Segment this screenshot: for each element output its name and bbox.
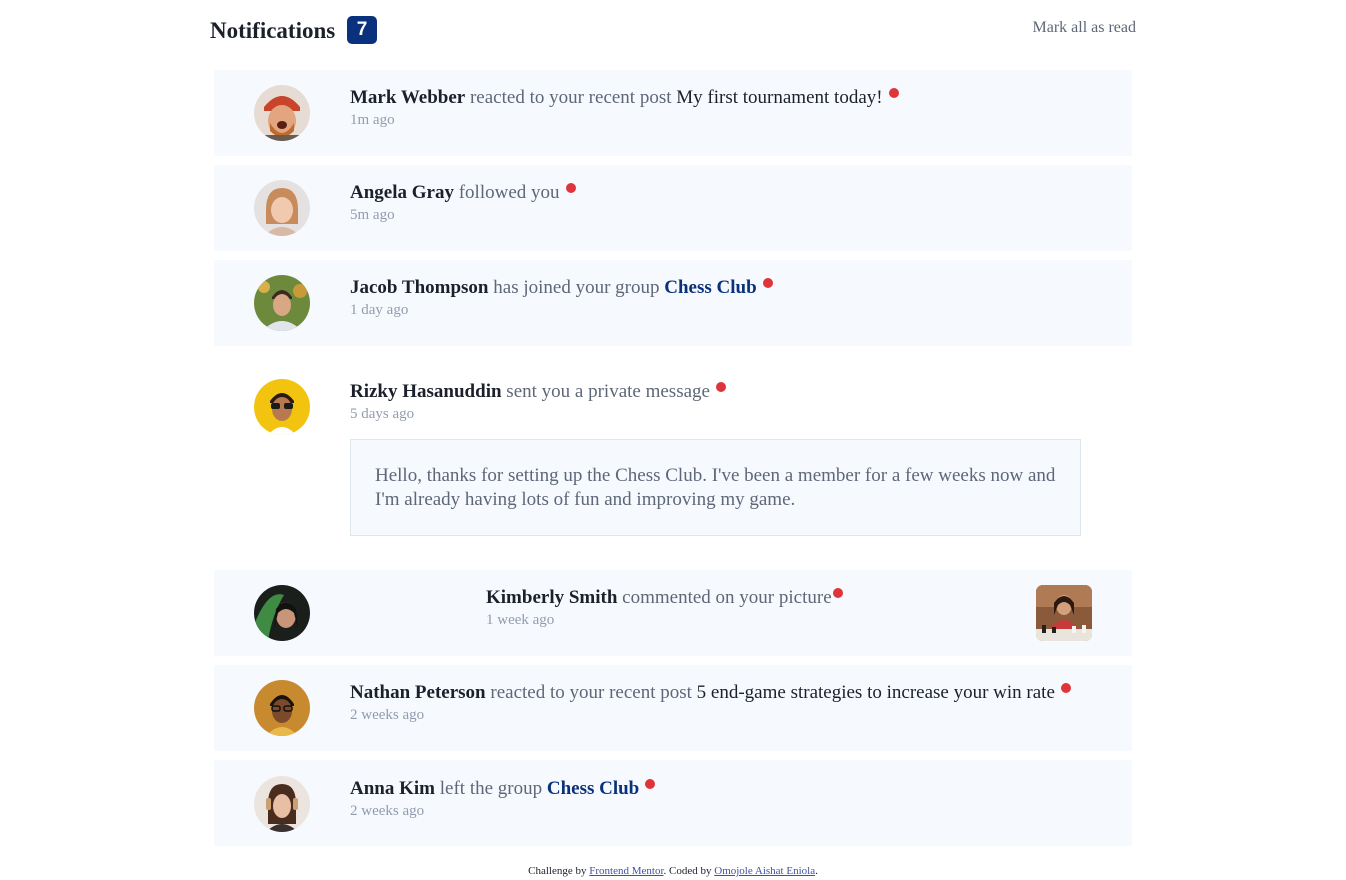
notification-item[interactable]: Jacob Thompson has joined your group Che… <box>214 260 1132 346</box>
action-text: has joined your group <box>488 277 665 298</box>
footer-middle: . Coded by <box>663 865 715 877</box>
timestamp: 2 weeks ago <box>350 803 425 819</box>
group-link[interactable]: Chess Club <box>547 778 639 799</box>
notification-item[interactable]: Kimberly Smith commented on your picture… <box>214 570 1132 656</box>
notification-text: Angela Gray followed you <box>350 181 576 205</box>
notification-text: Mark Webber reacted to your recent post … <box>350 86 899 110</box>
unread-dot-icon <box>832 588 843 598</box>
unread-dot-icon <box>1060 683 1071 693</box>
user-name[interactable]: Nathan Peterson <box>350 682 486 703</box>
user-name[interactable]: Mark Webber <box>350 87 465 108</box>
unread-dot-icon <box>645 779 656 789</box>
header: Notifications 7 Mark all as read <box>210 16 1136 46</box>
action-text: reacted to your recent post <box>465 87 677 108</box>
attribution-footer: Challenge by Frontend Mentor. Coded by O… <box>0 864 1346 878</box>
user-name[interactable]: Kimberly Smith <box>486 587 617 608</box>
notification-item[interactable]: Angela Gray followed you 5m ago <box>214 165 1132 251</box>
action-text: commented on your picture <box>617 587 832 608</box>
avatar[interactable] <box>254 680 310 736</box>
post-link[interactable]: My first tournament today! <box>676 87 882 108</box>
notification-item[interactable]: Mark Webber reacted to your recent post … <box>214 70 1132 156</box>
action-text: sent you a private message <box>501 381 710 402</box>
avatar[interactable] <box>254 585 310 641</box>
action-text: followed you <box>453 182 560 203</box>
timestamp: 5m ago <box>350 207 395 223</box>
timestamp: 2 weeks ago <box>350 707 425 723</box>
timestamp: 1 week ago <box>486 612 555 628</box>
user-name[interactable]: Rizky Hasanuddin <box>350 381 502 402</box>
user-name[interactable]: Anna Kim <box>350 778 435 799</box>
notification-content: Anna Kim left the group Chess Club 2 wee… <box>350 777 656 821</box>
notification-item[interactable]: Nathan Peterson reacted to your recent p… <box>214 665 1132 751</box>
notification-content: Angela Gray followed you 5m ago <box>350 181 576 225</box>
action-text: reacted to your recent post <box>485 682 697 703</box>
avatar[interactable] <box>254 776 310 832</box>
user-name[interactable]: Angela Gray <box>350 182 454 203</box>
group-link[interactable]: Chess Club <box>664 277 756 298</box>
avatar[interactable] <box>254 180 310 236</box>
frontend-mentor-link[interactable]: Frontend Mentor <box>589 865 663 877</box>
timestamp: 1 day ago <box>350 302 409 318</box>
unread-count-badge: 7 <box>347 16 377 44</box>
post-link[interactable]: 5 end-game strategies to increase your w… <box>697 682 1055 703</box>
notification-content: Jacob Thompson has joined your group Che… <box>350 276 773 320</box>
footer-prefix: Challenge by <box>528 865 590 877</box>
mark-all-as-read-button[interactable]: Mark all as read <box>1032 18 1136 38</box>
notification-content: Kimberly Smith commented on your picture… <box>486 586 843 630</box>
author-link[interactable]: Omojole Aishat Eniola <box>714 865 815 877</box>
private-message[interactable]: Hello, thanks for setting up the Chess C… <box>350 439 1081 536</box>
avatar[interactable] <box>254 85 310 141</box>
unread-dot-icon <box>888 88 899 98</box>
footer-suffix: . <box>815 865 818 877</box>
notification-text: Nathan Peterson reacted to your recent p… <box>350 681 1071 705</box>
user-name[interactable]: Jacob Thompson <box>350 277 489 298</box>
avatar[interactable] <box>254 379 310 435</box>
notification-text: Jacob Thompson has joined your group Che… <box>350 276 773 300</box>
notification-content: Nathan Peterson reacted to your recent p… <box>350 681 1071 725</box>
commented-picture[interactable] <box>1036 585 1092 641</box>
notifications-page: Notifications 7 Mark all as read Mark We… <box>0 0 1346 880</box>
notification-text: Rizky Hasanuddin sent you a private mess… <box>350 380 726 404</box>
timestamp: 1m ago <box>350 112 395 128</box>
notification-content: Mark Webber reacted to your recent post … <box>350 86 899 130</box>
unread-dot-icon <box>762 278 773 288</box>
page-title: Notifications <box>210 18 336 43</box>
action-text: left the group <box>435 778 547 799</box>
notification-text: Anna Kim left the group Chess Club <box>350 777 656 801</box>
notification-item[interactable]: Anna Kim left the group Chess Club 2 wee… <box>214 760 1132 846</box>
notification-text: Kimberly Smith commented on your picture <box>486 586 843 610</box>
avatar[interactable] <box>254 275 310 331</box>
timestamp: 5 days ago <box>350 406 415 422</box>
notification-content: Rizky Hasanuddin sent you a private mess… <box>350 380 726 424</box>
unread-dot-icon <box>715 382 726 392</box>
unread-dot-icon <box>565 183 576 193</box>
